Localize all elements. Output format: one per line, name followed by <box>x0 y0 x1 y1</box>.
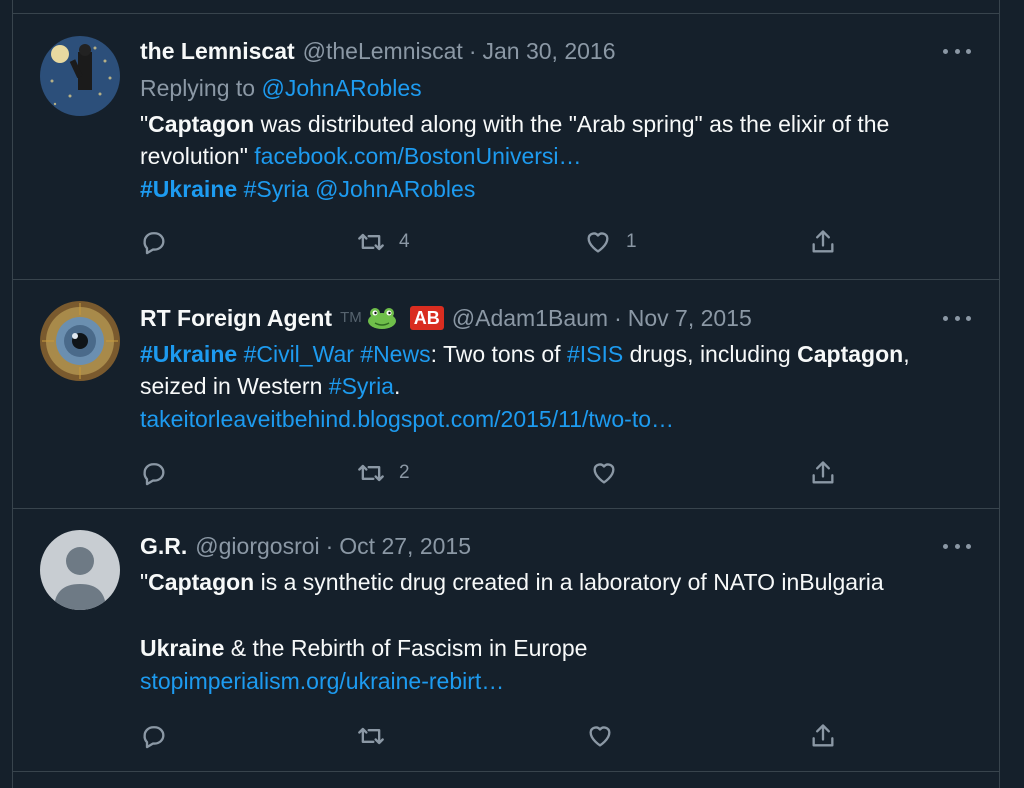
tweet-header: G.R. @giorgosroi · Oct 27, 2015 <box>140 531 959 561</box>
hashtag[interactable]: #Syria <box>244 176 309 202</box>
like-count: 1 <box>626 231 637 252</box>
replying-prefix: Replying to <box>140 75 262 101</box>
text-bold: Captagon <box>797 341 904 367</box>
avatar[interactable] <box>40 530 120 610</box>
tweet-date[interactable]: Jan 30, 2016 <box>482 36 615 66</box>
heart-icon <box>593 463 615 484</box>
share-button[interactable] <box>809 720 837 752</box>
hashtag[interactable]: #Civil_War <box>244 341 354 367</box>
text: drugs, including <box>623 341 798 367</box>
tweet-text-line: #Ukraine #Syria @JohnARobles <box>140 173 979 205</box>
text-bold: Ukraine <box>140 635 225 661</box>
timeline: the Lemniscat @theLemniscat · Jan 30, 20… <box>12 0 1000 788</box>
user-handle[interactable]: @theLemniscat <box>303 36 463 66</box>
heart-icon <box>587 232 609 253</box>
text: : Two tons of <box>430 341 567 367</box>
hashtag[interactable]: #Syria <box>329 373 394 399</box>
tweet[interactable]: G.R. @giorgosroi · Oct 27, 2015 "Captago… <box>13 510 999 772</box>
hashtag[interactable]: #Ukraine <box>140 176 237 202</box>
action-bar: 2 <box>140 457 840 489</box>
retweet-count: 4 <box>399 231 410 252</box>
like-button[interactable] <box>586 720 628 752</box>
user-handle[interactable]: @Adam1Baum <box>452 303 608 333</box>
retweet-button[interactable] <box>357 720 399 752</box>
user-handle[interactable]: @giorgosroi <box>195 531 319 561</box>
hashtag[interactable]: #ISIS <box>567 341 623 367</box>
like-button[interactable]: 1 <box>584 226 637 258</box>
retweet-button[interactable]: 4 <box>357 226 410 258</box>
text: was distributed along with the "Arab spr… <box>254 111 890 137</box>
text: . <box>393 373 401 399</box>
hashtag[interactable]: #Ukraine <box>140 341 237 367</box>
tweet-text-line: seized in Western #Syria. <box>140 370 979 402</box>
reply-button[interactable] <box>140 457 182 489</box>
text: is a synthetic drug created in a laborat… <box>254 569 884 595</box>
tweet-text-line: "Captagon is a synthetic drug created in… <box>140 566 979 598</box>
avatar[interactable] <box>40 301 120 381</box>
tweet[interactable]: RT Foreign Agent TM AB @Adam1Baum · Nov … <box>13 281 999 509</box>
tweet-text-line: revolution" facebook.com/BostonUniversi… <box>140 140 979 172</box>
like-button[interactable] <box>590 457 632 489</box>
tweet-text-line: #Ukraine #Civil_War #News: Two tons of #… <box>140 338 979 370</box>
text-bold: Captagon <box>148 569 255 595</box>
reply-icon <box>143 232 165 255</box>
ab-badge: AB <box>409 306 444 330</box>
replying-mention[interactable]: @JohnARobles <box>261 75 421 101</box>
retweet-icon <box>358 464 384 482</box>
tweet-header: RT Foreign Agent TM AB @Adam1Baum · Nov … <box>140 303 959 333</box>
tweet-link[interactable]: takeitorleaveitbehind.blogspot.com/2015/… <box>140 406 674 432</box>
more-icon[interactable] <box>943 41 971 61</box>
retweet-button[interactable]: 2 <box>357 457 410 489</box>
retweet-icon <box>358 233 384 251</box>
tweet-header: the Lemniscat @theLemniscat · Jan 30, 20… <box>140 36 959 66</box>
share-icon <box>812 230 834 253</box>
mention[interactable]: @JohnARobles <box>315 176 475 202</box>
tweet-text-line: "Captagon was distributed along with the… <box>140 108 979 140</box>
display-name[interactable]: G.R. <box>140 531 187 561</box>
more-icon[interactable] <box>943 308 971 328</box>
share-icon <box>812 461 834 484</box>
tweet[interactable]: the Lemniscat @theLemniscat · Jan 30, 20… <box>13 14 999 280</box>
tweet-text-line: stopimperialism.org/ukraine-rebirt… <box>140 665 979 697</box>
reply-icon <box>143 463 165 486</box>
tm-badge: TM <box>340 309 362 326</box>
heart-icon <box>589 726 611 747</box>
action-bar <box>140 720 840 752</box>
share-button[interactable] <box>809 457 837 489</box>
tweet-text-line: Ukraine & the Rebirth of Fascism in Euro… <box>140 632 979 664</box>
retweet-icon <box>358 727 384 745</box>
text: " <box>140 569 149 595</box>
action-bar: 4 1 <box>140 226 840 258</box>
separator: · <box>614 305 622 331</box>
display-name[interactable]: the Lemniscat <box>140 36 295 66</box>
share-button[interactable] <box>809 226 837 258</box>
text: , <box>903 341 910 367</box>
separator: · <box>325 533 334 559</box>
tweet-link[interactable]: stopimperialism.org/ukraine-rebirt… <box>140 668 504 694</box>
reply-icon <box>143 726 165 749</box>
separator: · <box>468 38 477 64</box>
tweet-text-line: takeitorleaveitbehind.blogspot.com/2015/… <box>140 403 979 435</box>
share-icon <box>812 724 834 747</box>
frog-icon <box>366 306 398 330</box>
tweet-date[interactable]: Nov 7, 2015 <box>628 303 752 333</box>
text: seized in Western <box>140 373 329 399</box>
retweet-count: 2 <box>399 462 410 483</box>
avatar[interactable] <box>40 36 120 116</box>
text: & the Rebirth of Fascism in Europe <box>224 635 588 661</box>
reply-button[interactable] <box>140 226 182 258</box>
more-icon[interactable] <box>943 536 971 556</box>
text: " <box>140 111 149 137</box>
hashtag[interactable]: #News <box>360 341 430 367</box>
text: revolution" <box>140 143 255 169</box>
replying-to: Replying to @JohnARobles <box>140 72 979 104</box>
default-avatar-icon <box>40 530 120 610</box>
display-name[interactable]: RT Foreign Agent <box>140 303 332 333</box>
text-bold: Captagon <box>148 111 255 137</box>
tweet-link[interactable]: facebook.com/BostonUniversi… <box>254 143 581 169</box>
reply-button[interactable] <box>140 720 182 752</box>
tweet-date[interactable]: Oct 27, 2015 <box>339 531 471 561</box>
